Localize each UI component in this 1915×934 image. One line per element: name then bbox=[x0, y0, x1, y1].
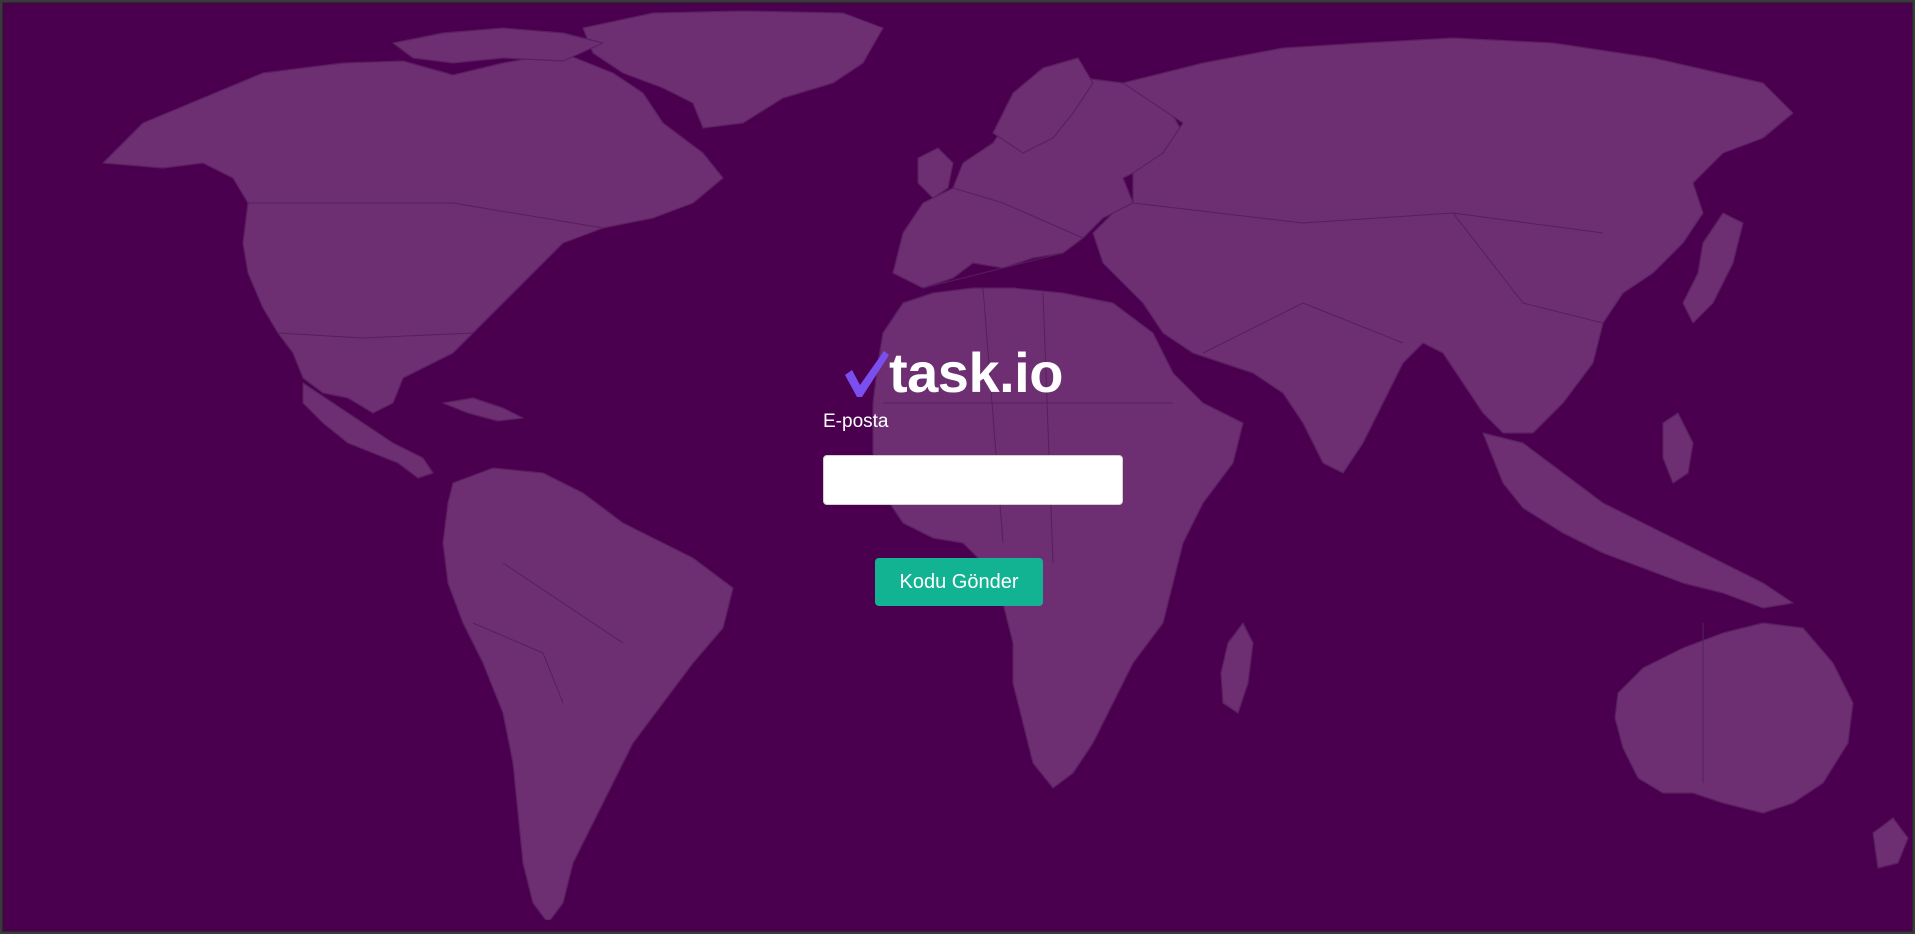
map-south-america bbox=[442, 467, 734, 924]
brand-logo: task.io bbox=[841, 343, 1063, 403]
map-canada-islands bbox=[392, 27, 604, 64]
map-southeast-asia bbox=[1482, 432, 1794, 609]
map-philippines bbox=[1662, 412, 1694, 484]
map-north-america bbox=[102, 52, 724, 414]
map-caribbean bbox=[442, 397, 524, 422]
email-input[interactable] bbox=[823, 455, 1123, 505]
checkmark-icon bbox=[845, 351, 889, 397]
send-code-button[interactable]: Kodu Gönder bbox=[875, 558, 1043, 606]
map-new-zealand bbox=[1872, 817, 1909, 869]
brand-name: task.io bbox=[889, 341, 1063, 404]
map-madagascar bbox=[1220, 622, 1254, 714]
email-label: E-posta bbox=[823, 411, 889, 432]
login-screen: task.io E-posta Kodu Gönder bbox=[2, 2, 1913, 932]
map-australia bbox=[1614, 622, 1854, 814]
map-south-sliver bbox=[4, 903, 1912, 931]
